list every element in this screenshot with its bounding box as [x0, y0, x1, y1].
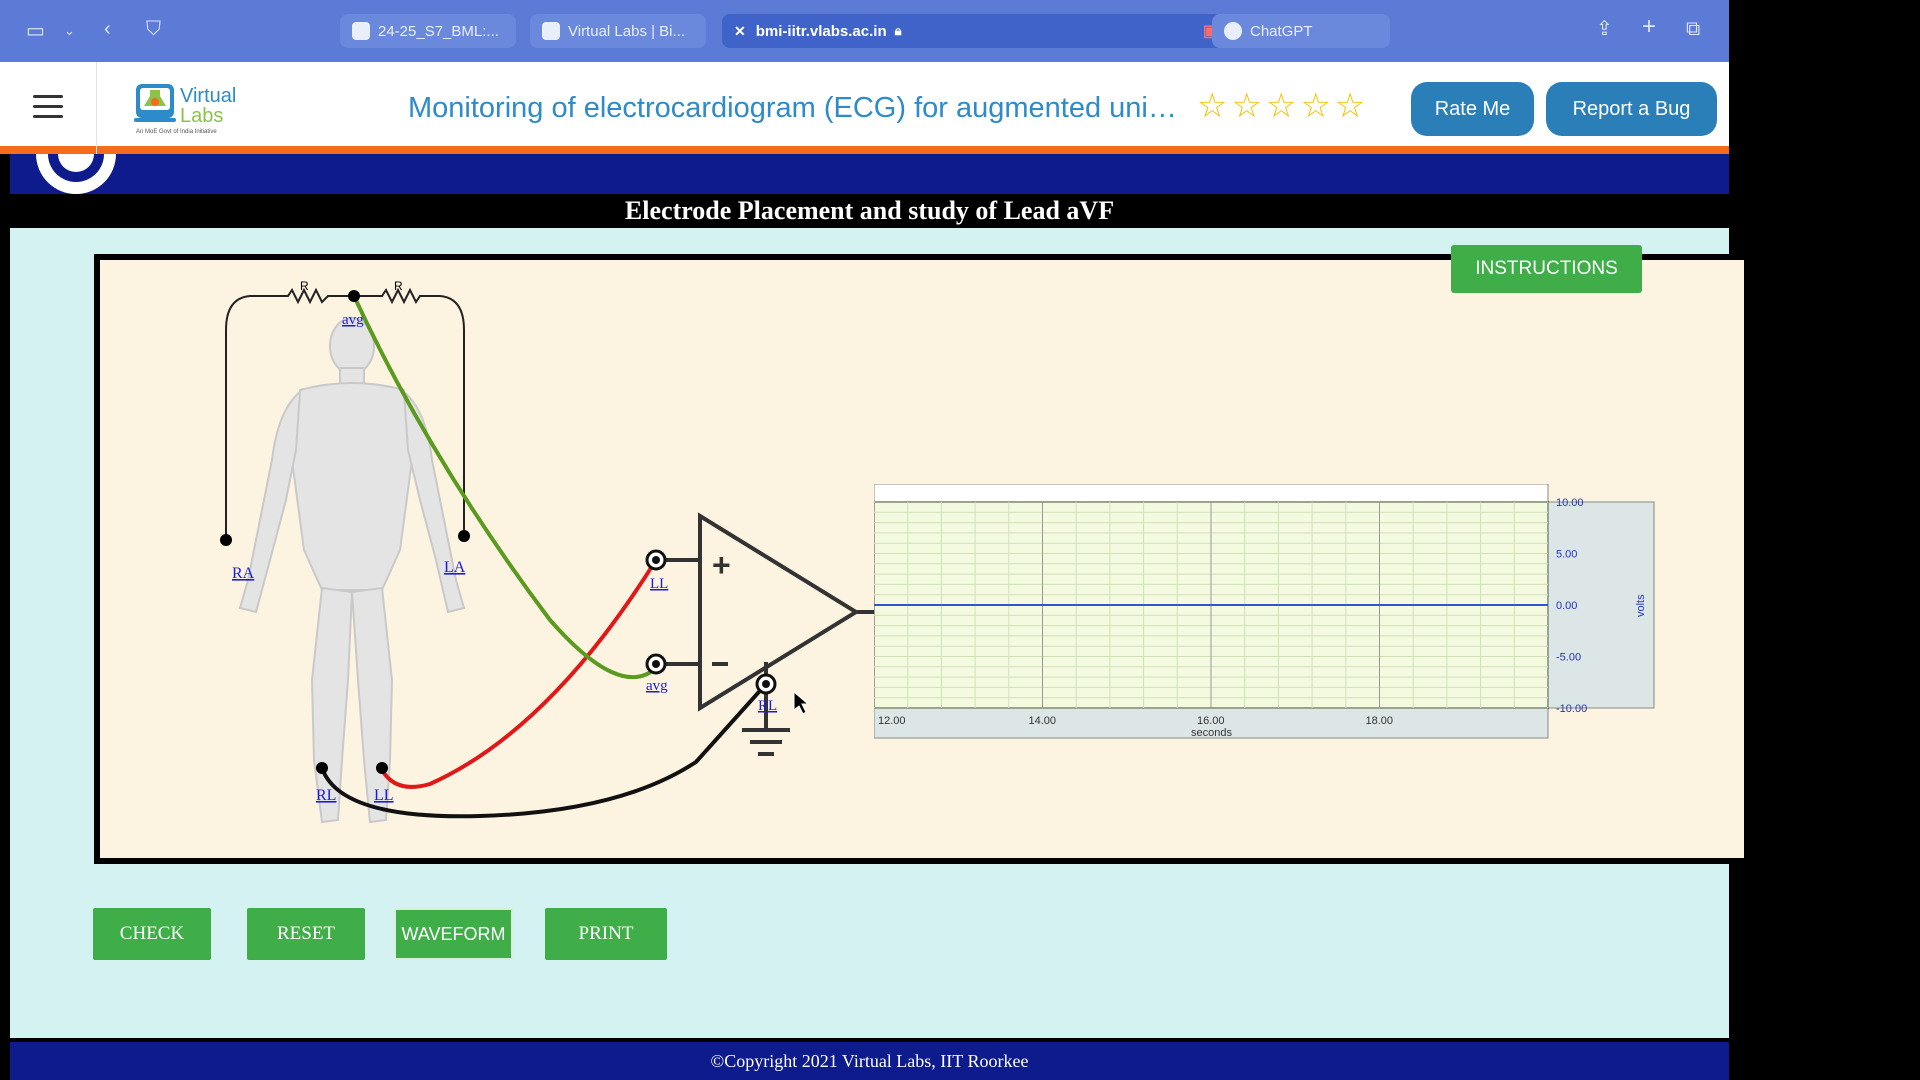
y-tick-label: 10.00 — [1556, 497, 1584, 509]
sidebar-toggle-icon[interactable]: ▭ — [26, 21, 45, 41]
tab-overview-icon[interactable]: ⧉ — [1686, 19, 1700, 39]
tab-favicon-icon — [542, 22, 560, 40]
report-bug-button[interactable]: Report a Bug — [1546, 82, 1717, 136]
y-axis-label: volts — [1635, 594, 1647, 617]
mouse-cursor-icon — [793, 690, 810, 715]
label-ground-input[interactable]: RL — [758, 698, 777, 714]
resistor-label: R — [394, 279, 403, 293]
waveform-button[interactable]: WAVEFORM — [394, 908, 513, 960]
y-tick-label: 0.00 — [1556, 600, 1577, 612]
electrode-ra[interactable] — [220, 534, 232, 546]
tab-bmi-iitr[interactable]: ✕ bmi-iitr.vlabs.ac.in 🔒︎ ▣ ••• — [722, 14, 1264, 48]
check-button[interactable]: CHECK — [93, 908, 211, 960]
virtual-labs-logo[interactable]: Virtual Labs An MoE Govt of India Initia… — [134, 78, 244, 136]
institute-banner — [10, 154, 1729, 194]
chevron-down-icon[interactable]: ⌄ — [64, 21, 75, 41]
header-divider — [96, 62, 97, 154]
minus-sign — [712, 662, 728, 666]
terminal-plus[interactable] — [645, 549, 667, 571]
svg-text:Labs: Labs — [180, 105, 223, 127]
label-ll[interactable]: LL — [374, 787, 394, 804]
tab-label: ChatGPT — [1250, 22, 1313, 40]
x-tick-label: 12.00 — [878, 715, 906, 727]
x-tick-label: 14.00 — [1029, 715, 1057, 727]
hamburger-menu-icon[interactable] — [33, 95, 63, 119]
new-tab-icon[interactable]: + — [1642, 15, 1656, 39]
x-tick-label: 16.00 — [1197, 715, 1225, 727]
label-plus-input[interactable]: LL — [650, 576, 668, 592]
plus-sign: + — [712, 547, 731, 583]
x-axis-label: seconds — [1191, 727, 1232, 739]
iitr-emblem-icon — [36, 154, 116, 194]
browser-toolbar: ▭ ⌄ ‹ ⛉ 24-25_S7_BML:... Virtual Labs | … — [0, 0, 1729, 62]
lock-icon: 🔒︎ — [894, 23, 902, 38]
tab-close-icon[interactable]: ✕ — [734, 23, 746, 40]
terminal-minus[interactable] — [645, 653, 667, 675]
tab-bml-course[interactable]: 24-25_S7_BML:... — [340, 14, 516, 48]
experiment-title: Monitoring of electrocardiogram (ECG) fo… — [408, 92, 1183, 124]
human-body-figure — [238, 317, 466, 824]
y-tick-label: -5.00 — [1556, 652, 1581, 664]
share-icon[interactable]: ⇪ — [1596, 19, 1613, 39]
label-minus-input[interactable]: avg — [646, 678, 668, 694]
instructions-button[interactable]: INSTRUCTIONS — [1451, 245, 1642, 293]
electrode-la[interactable] — [458, 530, 470, 542]
star-rating[interactable]: ☆☆☆☆☆ — [1197, 86, 1369, 126]
tab-favicon-icon — [352, 22, 370, 40]
footer-copyright: ©Copyright 2021 Virtual Labs, IIT Roorke… — [10, 1038, 1729, 1080]
ecg-waveform-chart: 12.00 14.00 16.00 18.00 seconds 10.00 5.00 0.00… — [874, 484, 1655, 739]
chart-title-bar — [874, 484, 1549, 503]
tab-label: Virtual Labs | Bi... — [568, 22, 686, 40]
rate-me-button[interactable]: Rate Me — [1411, 82, 1534, 136]
x-tick-label: 18.00 — [1366, 715, 1394, 727]
tab-label: bmi-iitr.vlabs.ac.in — [755, 22, 887, 40]
label-avg-node[interactable]: avg — [342, 312, 364, 328]
experiment-heading: Electrode Placement and study of Lead aV… — [10, 194, 1729, 228]
electrode-rl[interactable] — [316, 762, 328, 774]
label-rl[interactable]: RL — [316, 787, 336, 804]
y-tick-label: 5.00 — [1556, 549, 1577, 561]
label-la[interactable]: LA — [444, 559, 466, 576]
electrode-ll[interactable] — [376, 762, 388, 774]
differential-amplifier — [656, 512, 880, 756]
tab-favicon-icon — [1224, 22, 1242, 40]
tab-label: 24-25_S7_BML:... — [378, 22, 499, 40]
svg-text:Virtual: Virtual — [180, 85, 236, 107]
avg-node[interactable] — [348, 290, 360, 302]
terminal-ground[interactable] — [755, 673, 777, 695]
label-ra[interactable]: RA — [232, 565, 255, 582]
site-header: Virtual Labs An MoE Govt of India Initia… — [0, 62, 1729, 154]
print-button[interactable]: PRINT — [545, 908, 667, 960]
reset-button[interactable]: RESET — [247, 908, 365, 960]
tab-chatgpt[interactable]: ChatGPT — [1212, 14, 1390, 48]
y-tick-label: -10.00 — [1556, 703, 1587, 715]
shield-icon[interactable]: ⛉ — [146, 19, 161, 39]
tab-virtual-labs[interactable]: Virtual Labs | Bi... — [530, 14, 706, 48]
back-arrow-icon[interactable]: ‹ — [104, 19, 111, 39]
svg-text:An MoE Govt of India Initiativ: An MoE Govt of India Initiative — [136, 129, 217, 135]
resistor-label: R — [300, 279, 309, 293]
